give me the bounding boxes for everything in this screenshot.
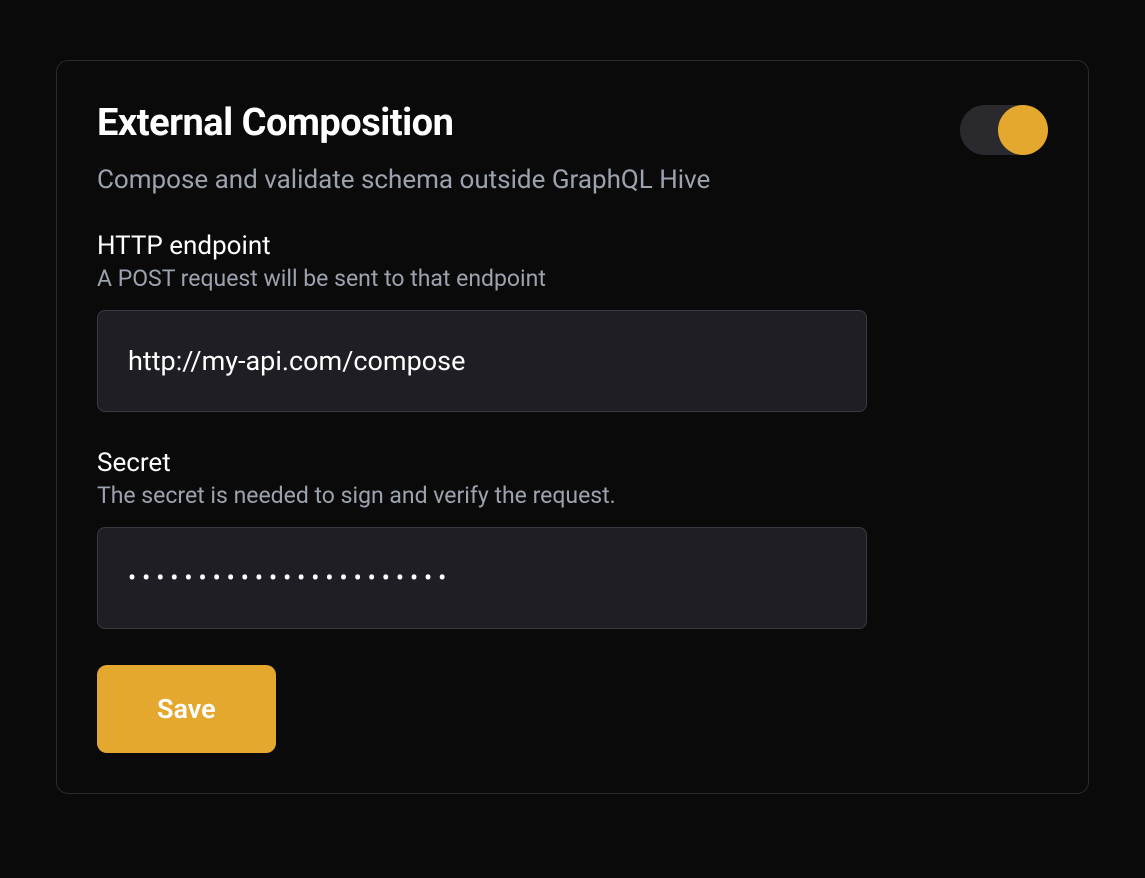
card-subtitle: Compose and validate schema outside Grap… [97, 165, 1048, 195]
external-composition-card: External Composition Compose and validat… [56, 60, 1089, 794]
card-header: External Composition [97, 101, 1048, 155]
enable-toggle[interactable] [960, 105, 1048, 155]
secret-input[interactable] [97, 527, 867, 629]
card-title: External Composition [97, 101, 453, 145]
endpoint-description: A POST request will be sent to that endp… [97, 265, 1048, 292]
secret-field: Secret The secret is needed to sign and … [97, 448, 1048, 629]
endpoint-label: HTTP endpoint [97, 231, 1048, 261]
secret-description: The secret is needed to sign and verify … [97, 482, 1048, 509]
secret-label: Secret [97, 448, 1048, 478]
toggle-knob-icon [998, 105, 1048, 155]
endpoint-input[interactable] [97, 310, 867, 412]
save-button[interactable]: Save [97, 665, 276, 753]
endpoint-field: HTTP endpoint A POST request will be sen… [97, 231, 1048, 412]
